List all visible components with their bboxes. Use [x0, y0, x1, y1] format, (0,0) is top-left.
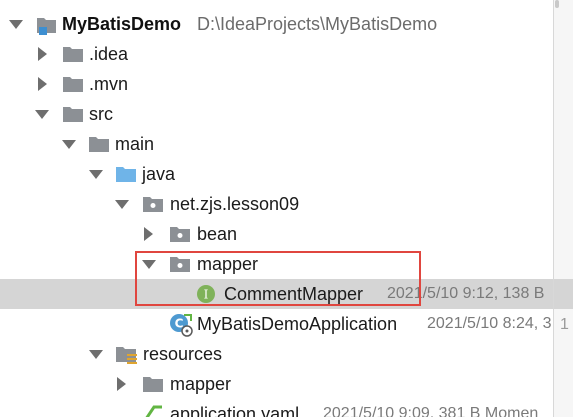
tree-node-comment-mapper[interactable]: I CommentMapper 2021/5/10 9:12, 138 B: [0, 279, 553, 309]
application-yaml-label: application.yaml: [170, 404, 300, 417]
chevron-down-icon[interactable]: [9, 9, 23, 39]
tree-node-application-yaml[interactable]: application.yaml 2021/5/10 9:09, 381 B M…: [0, 399, 553, 417]
package-icon: [169, 249, 191, 279]
chevron-down-icon[interactable]: [115, 189, 129, 219]
app-class-label: MyBatisDemoApplication: [197, 314, 398, 334]
tree-node-mapper-package[interactable]: mapper: [0, 249, 553, 279]
folder-java-label: java: [142, 164, 176, 184]
tree-node-bean[interactable]: bean: [0, 219, 553, 249]
folder-icon: [62, 39, 84, 69]
spring-boot-class-icon: C: [169, 309, 195, 339]
folder-resources-mapper-label: mapper: [170, 374, 232, 394]
line-number: 1: [560, 316, 569, 333]
tree-node-idea[interactable]: .idea: [0, 39, 553, 69]
chevron-down-icon[interactable]: [142, 249, 156, 279]
application-yaml-meta: 2021/5/10 9:09, 381 B Momen: [323, 405, 539, 417]
folder-mvn-label: .mvn: [89, 74, 129, 94]
project-tree: MyBatisDemo D:\IdeaProjects\MyBatisDemo …: [0, 0, 553, 417]
package-icon: [142, 189, 164, 219]
chevron-down-icon[interactable]: [62, 129, 76, 159]
module-icon: [36, 9, 58, 39]
chevron-right-icon[interactable]: [115, 369, 129, 399]
chevron-down-icon[interactable]: [89, 339, 103, 369]
chevron-right-icon[interactable]: [36, 69, 50, 99]
folder-icon: [62, 99, 84, 129]
package-mapper-label: mapper: [197, 254, 259, 274]
package-icon: [169, 219, 191, 249]
chevron-down-icon[interactable]: [35, 99, 49, 129]
folder-icon: [142, 369, 164, 399]
scrollbar-thumb[interactable]: [555, 0, 559, 8]
tree-node-mvn[interactable]: .mvn: [0, 69, 553, 99]
editor-gutter-strip: 1: [553, 0, 573, 417]
chevron-right-icon[interactable]: [36, 39, 50, 69]
tree-node-app-class[interactable]: C MyBatisDemoApplication 2021/5/10 8:24,…: [0, 309, 553, 339]
root-module-name: MyBatisDemo: [62, 14, 182, 34]
interface-icon: I: [196, 279, 218, 309]
comment-mapper-meta: 2021/5/10 9:12, 138 B: [387, 285, 545, 302]
tree-node-java[interactable]: java: [0, 159, 553, 189]
folder-resources-label: resources: [143, 344, 223, 364]
tree-node-root[interactable]: MyBatisDemo D:\IdeaProjects\MyBatisDemo: [0, 9, 553, 39]
root-module-path: D:\IdeaProjects\MyBatisDemo: [197, 14, 438, 34]
tree-node-src[interactable]: src: [0, 99, 553, 129]
tree-node-resources[interactable]: resources: [0, 339, 553, 369]
yaml-file-icon: [142, 399, 164, 417]
package-bean-label: bean: [197, 224, 238, 244]
folder-idea-label: .idea: [89, 44, 129, 64]
folder-icon: [62, 69, 84, 99]
comment-mapper-label: CommentMapper: [224, 284, 364, 304]
folder-main-label: main: [115, 134, 155, 154]
folder-src-label: src: [89, 104, 113, 124]
svg-text:I: I: [204, 288, 209, 302]
chevron-down-icon[interactable]: [89, 159, 103, 189]
tree-node-resources-mapper[interactable]: mapper: [0, 369, 553, 399]
chevron-right-icon[interactable]: [142, 219, 156, 249]
selection-band: [554, 279, 573, 309]
source-folder-icon: [115, 159, 137, 189]
package-name-label: net.zjs.lesson09: [170, 194, 300, 214]
resources-folder-icon: [115, 339, 139, 369]
folder-icon: [88, 129, 110, 159]
app-class-meta: 2021/5/10 8:24, 3: [427, 315, 552, 332]
tree-node-package[interactable]: net.zjs.lesson09: [0, 189, 553, 219]
tree-node-main[interactable]: main: [0, 129, 553, 159]
